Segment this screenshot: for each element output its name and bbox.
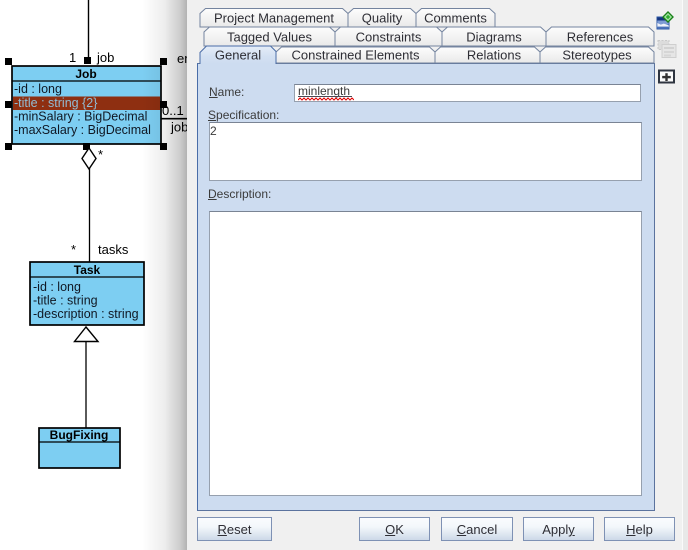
svg-text:Relations: Relations xyxy=(467,48,522,63)
svg-text:job: job xyxy=(96,50,114,65)
svg-text:*: * xyxy=(71,242,76,257)
svg-text:Tagged Values: Tagged Values xyxy=(227,30,313,45)
svg-text:Stereotypes: Stereotypes xyxy=(562,48,632,63)
svg-text:*: * xyxy=(98,147,103,162)
svg-text:Task: Task xyxy=(74,263,101,277)
svg-text:Comments: Comments xyxy=(424,11,487,26)
svg-text:Quality: Quality xyxy=(362,11,403,26)
svg-text:Constrained Elements: Constrained Elements xyxy=(292,48,420,63)
svg-text:Project Management: Project Management xyxy=(214,11,334,26)
svg-text:BugFixing: BugFixing xyxy=(50,428,109,442)
svg-text:Constraints: Constraints xyxy=(356,30,422,45)
svg-text:-maxSalary : BigDecimal: -maxSalary : BigDecimal xyxy=(14,123,151,137)
svg-text:Diagrams: Diagrams xyxy=(466,30,522,45)
svg-text:-title : string {2}: -title : string {2} xyxy=(14,96,97,110)
svg-text:-minSalary : BigDecimal: -minSalary : BigDecimal xyxy=(14,110,147,124)
svg-text:References: References xyxy=(567,30,634,45)
svg-text:General: General xyxy=(215,48,261,63)
svg-text:-title : string: -title : string xyxy=(33,294,98,308)
svg-text:Job: Job xyxy=(75,67,96,81)
svg-text:tasks: tasks xyxy=(98,242,129,257)
svg-text:-id : long: -id : long xyxy=(33,280,81,294)
svg-text:-description : string: -description : string xyxy=(33,307,139,321)
svg-text:-id : long: -id : long xyxy=(14,82,62,96)
svg-text:1: 1 xyxy=(69,50,76,65)
